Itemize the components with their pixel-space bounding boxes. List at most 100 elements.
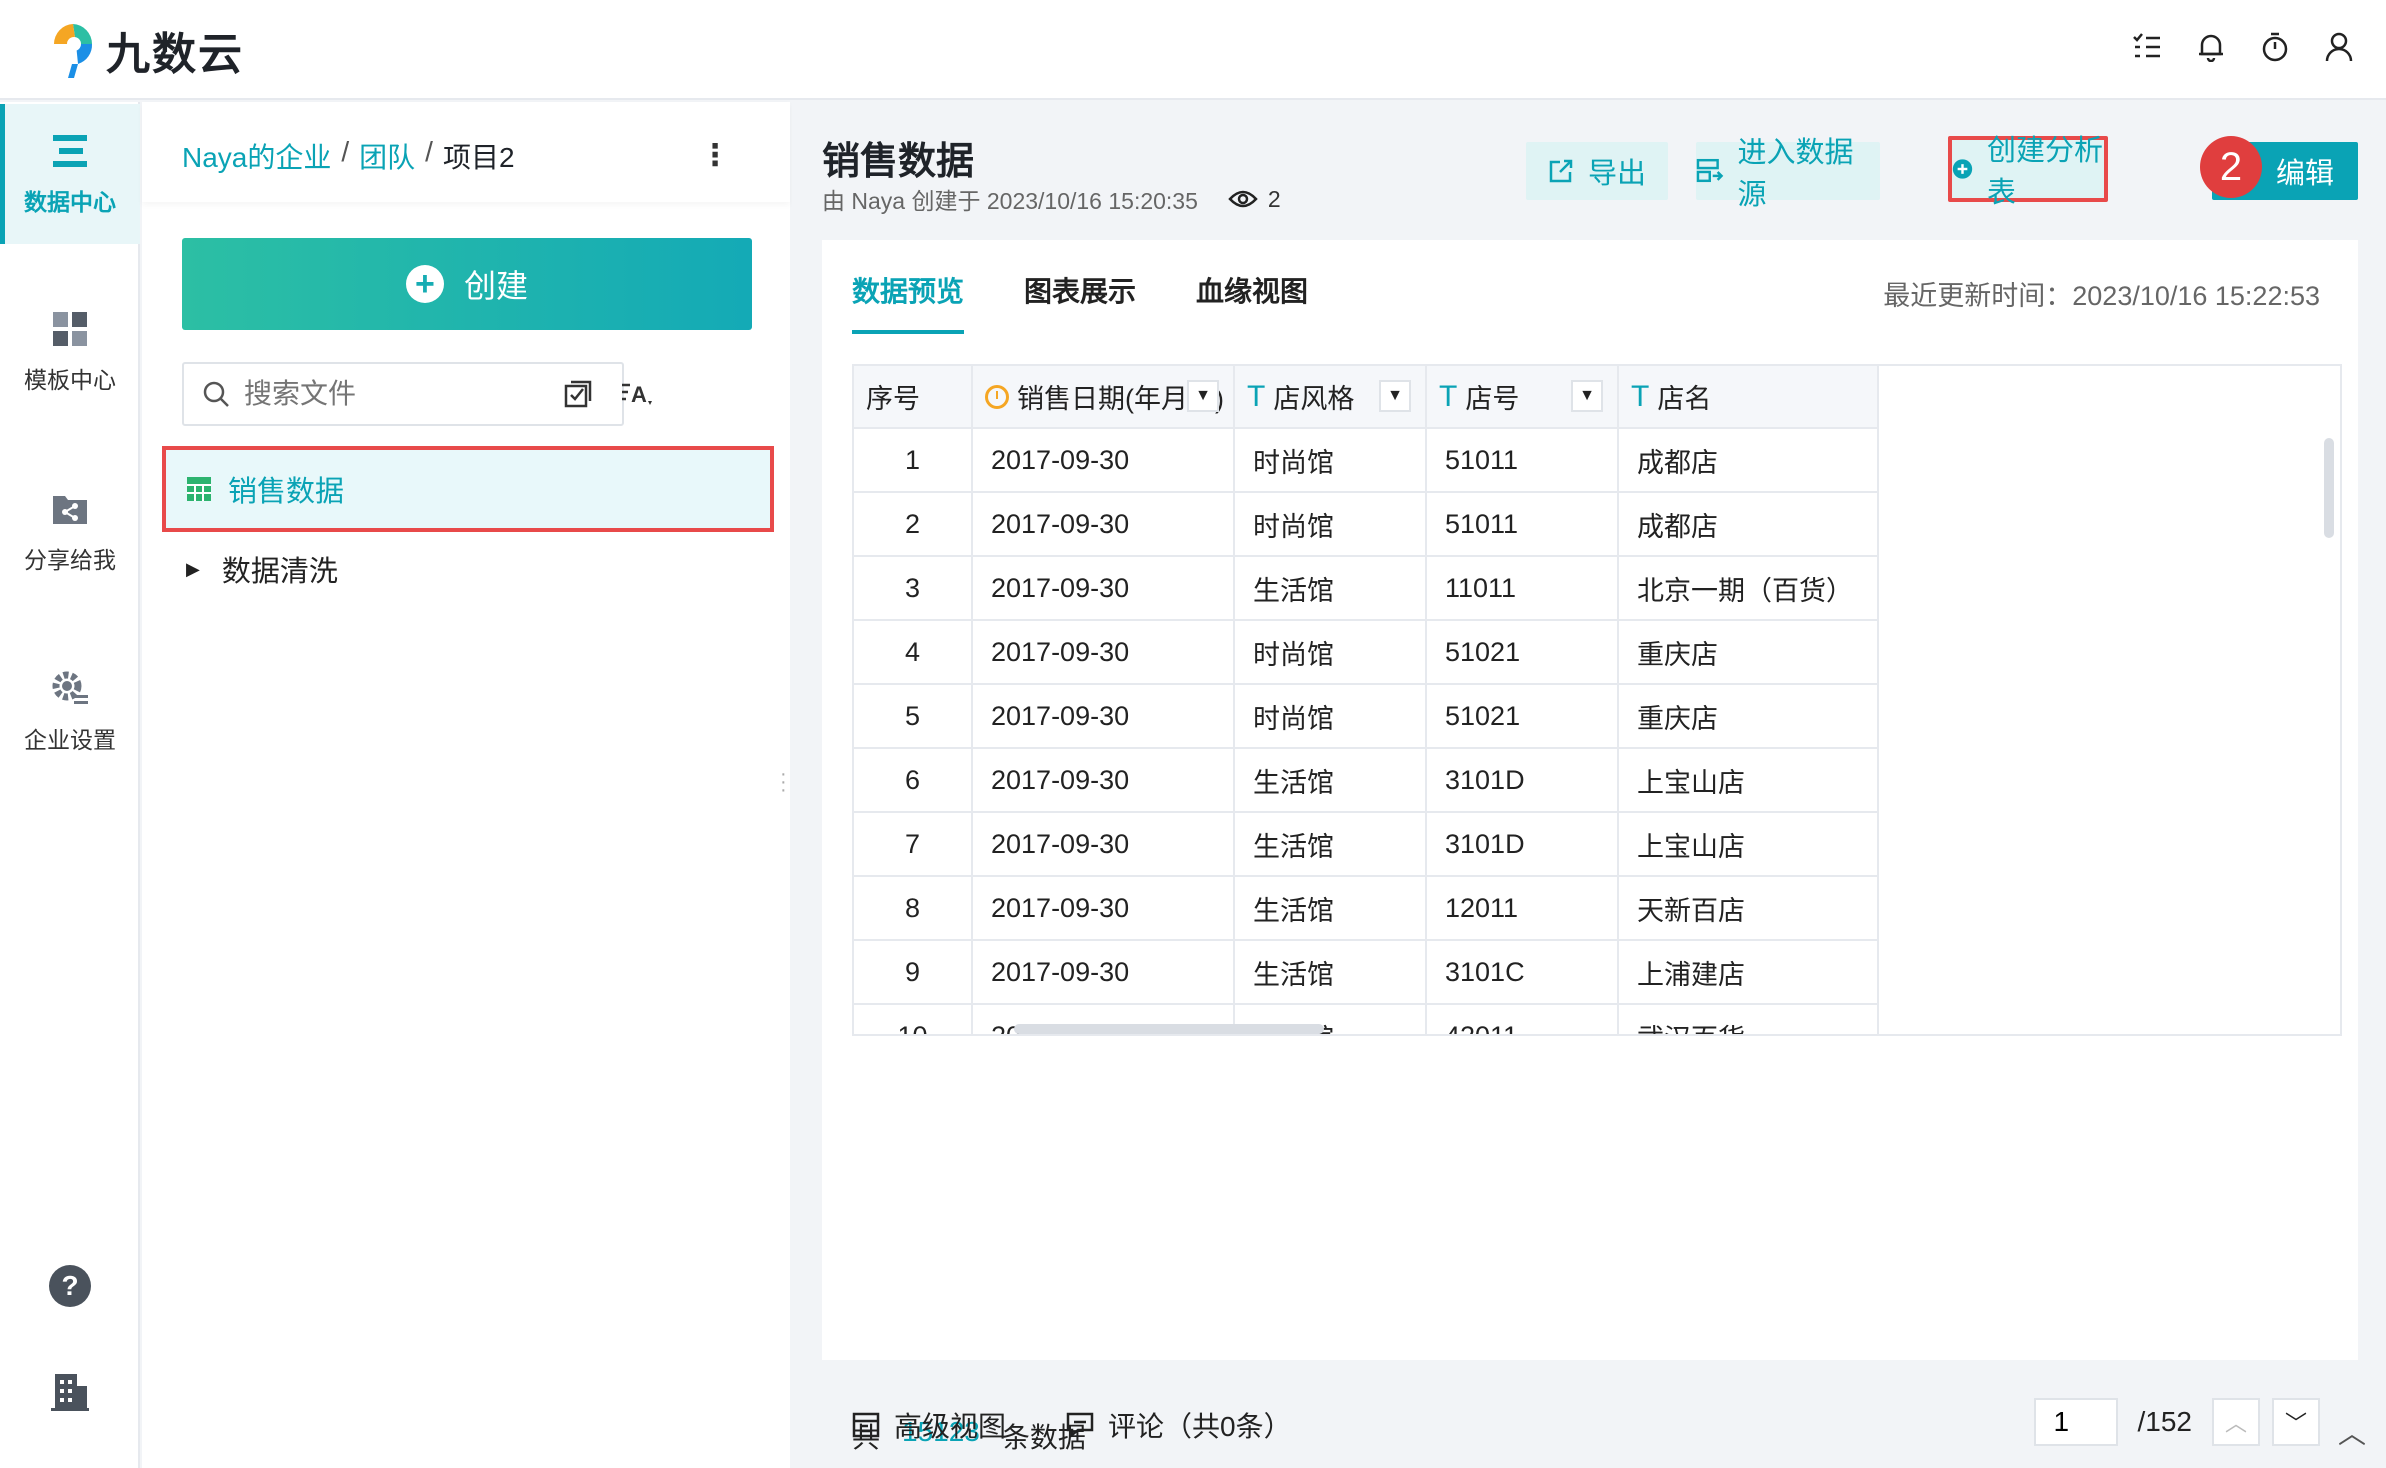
table-row[interactable]: 2 2017-09-30 时尚馆 51011 成都店 xyxy=(854,492,1879,557)
search-box xyxy=(182,362,624,426)
multi-select-icon[interactable] xyxy=(560,376,596,412)
nav-label-shared: 分享给我 xyxy=(24,547,116,573)
building-icon[interactable] xyxy=(46,1368,94,1416)
logo-icon xyxy=(48,20,98,80)
content-card: 数据预览 图表展示 血缘视图 最近更新时间：2023/10/16 15:22:5… xyxy=(822,240,2358,1453)
col-header-store-style[interactable]: T 店风格 ▼ xyxy=(1234,366,1427,429)
table-cell: 5 xyxy=(854,684,973,749)
table-cell: 2017-09-30 xyxy=(972,428,1235,493)
table-cell: 生活馆 xyxy=(1234,748,1427,813)
nav-data-center[interactable]: 数据中心 xyxy=(0,104,140,244)
table-cell: 6 xyxy=(854,748,973,813)
nav-label-settings: 企业设置 xyxy=(24,727,116,753)
table-header-row: 序号 销售日期(年月日) ▼ T 店风格 ▼ T 店号 ▼ T 店名 xyxy=(854,366,1879,429)
create-button-label: 创建 xyxy=(463,268,528,304)
tab-bar: 数据预览 图表展示 血缘视图 xyxy=(852,270,1308,334)
table-cell: 生活馆 xyxy=(1234,812,1427,877)
search-icon xyxy=(203,381,229,407)
collapse-up-icon[interactable]: ︿ xyxy=(2338,1412,2366,1452)
file-item-label: 销售数据 xyxy=(228,476,345,508)
create-analysis-label: 创建分析表 xyxy=(1986,135,2103,209)
table-cell: 3101C xyxy=(1426,940,1619,1005)
comment-icon xyxy=(1066,1412,1094,1438)
table-cell: 2017-09-30 xyxy=(972,748,1235,813)
breadcrumb-enterprise[interactable]: Naya的企业 xyxy=(182,136,331,176)
create-analysis-button[interactable]: 创建分析表 xyxy=(1948,135,2108,209)
col-header-index[interactable]: 序号 xyxy=(854,366,973,429)
bell-icon[interactable] xyxy=(2194,30,2228,64)
table-cell: 2017-09-30 xyxy=(972,684,1235,749)
horizontal-scrollbar[interactable] xyxy=(1014,1024,1324,1034)
export-icon xyxy=(1549,159,1573,183)
table-row[interactable]: 8 2017-09-30 生活馆 12011 天新百店 xyxy=(854,876,1879,941)
search-input[interactable] xyxy=(244,378,604,410)
folder-item-data-cleaning[interactable]: ▶ 数据清洗 xyxy=(186,534,338,604)
nav-enterprise-settings[interactable]: 企业设置 xyxy=(0,642,140,782)
enter-datasource-button[interactable]: 进入数据源 xyxy=(1696,137,1880,211)
table-cell: 3 xyxy=(854,556,973,621)
table-cell: 7 xyxy=(854,812,973,877)
table-row[interactable]: 5 2017-09-30 时尚馆 51021 重庆店 xyxy=(854,684,1879,749)
timer-icon[interactable] xyxy=(2258,30,2292,64)
vertical-scrollbar[interactable] xyxy=(2324,438,2334,538)
table-row[interactable]: 9 2017-09-30 生活馆 3101C 上浦建店 xyxy=(854,940,1879,1005)
step-badge-2: 2 xyxy=(2200,136,2262,198)
table-cell: 武汉百货 xyxy=(1618,1004,1879,1034)
table-cell: 9 xyxy=(854,940,973,1005)
col-header-label: 店号 xyxy=(1465,384,1520,414)
table-row[interactable]: 7 2017-09-30 生活馆 3101D 上宝山店 xyxy=(854,812,1879,877)
dropdown-arrow-icon[interactable]: ▼ xyxy=(1571,380,1603,412)
app-logo[interactable]: 九数云 xyxy=(48,20,244,80)
task-list-icon[interactable] xyxy=(2130,30,2164,64)
table-row[interactable]: 1 2017-09-30 时尚馆 51011 成都店 xyxy=(854,428,1879,493)
table-row[interactable]: 4 2017-09-30 时尚馆 51021 重庆店 xyxy=(854,620,1879,685)
eye-icon xyxy=(1228,190,1258,208)
plus-icon: + xyxy=(405,265,444,303)
nav-template-center[interactable]: 模板中心 xyxy=(0,282,140,422)
file-item-sales-data[interactable]: 销售数据 xyxy=(162,446,774,532)
table-cell: 10 xyxy=(854,1004,973,1034)
comments-button[interactable]: 评论（共0条） xyxy=(1066,1405,1292,1445)
col-header-sale-date[interactable]: 销售日期(年月日) ▼ xyxy=(972,366,1235,429)
tab-lineage-view[interactable]: 血缘视图 xyxy=(1196,270,1308,334)
col-header-store-no[interactable]: T 店号 ▼ xyxy=(1426,366,1619,429)
breadcrumb-team[interactable]: 团队 xyxy=(359,136,415,176)
table-cell: 2017-09-30 xyxy=(972,940,1235,1005)
help-icon[interactable]: ? xyxy=(46,1262,94,1310)
table-cell: 11011 xyxy=(1426,556,1619,621)
breadcrumb-bar: Naya的企业 / 团队 / 项目2 ⋮ xyxy=(142,102,790,202)
dropdown-arrow-icon[interactable]: ▼ xyxy=(1379,380,1411,412)
caret-right-icon[interactable]: ▶ xyxy=(186,559,200,580)
file-panel: Naya的企业 / 团队 / 项目2 ⋮ + 创建 A 销售数据 1 ▶ 数据清… xyxy=(142,102,854,1468)
col-header-label: 店名 xyxy=(1657,384,1712,414)
template-icon xyxy=(50,309,90,349)
table-row[interactable]: 6 2017-09-30 生活馆 3101D 上宝山店 xyxy=(854,748,1879,813)
resize-handle[interactable]: · · · xyxy=(780,764,787,800)
table-row[interactable]: 102017-09-30生活馆42011武汉百货 xyxy=(854,1004,1879,1034)
view-count: 2 xyxy=(1228,186,1281,213)
tab-chart-view[interactable]: 图表展示 xyxy=(1024,270,1136,334)
user-icon[interactable] xyxy=(2322,30,2356,64)
advanced-view-button[interactable]: 高级视图 xyxy=(852,1405,1006,1445)
tab-data-preview[interactable]: 数据预览 xyxy=(852,270,965,334)
view-count-value: 2 xyxy=(1267,185,1281,212)
folder-item-label: 数据清洗 xyxy=(221,556,338,588)
more-menu-icon[interactable]: ⋮ xyxy=(700,138,730,173)
breadcrumb-project: 项目2 xyxy=(442,142,515,173)
table-cell: 重庆店 xyxy=(1618,684,1879,749)
top-bar: 九数云 xyxy=(0,0,2386,100)
table-cell: 3101D xyxy=(1426,812,1619,877)
export-button[interactable]: 导出 xyxy=(1526,142,1668,200)
svg-text:A: A xyxy=(631,382,647,407)
table-row[interactable]: 3 2017-09-30 生活馆 11011 北京一期（百货） xyxy=(854,556,1879,621)
col-header-label: 店风格 xyxy=(1273,384,1355,414)
text-type-icon: T xyxy=(1631,379,1650,413)
nav-shared-with-me[interactable]: 分享给我 xyxy=(0,462,140,602)
plus-circle-icon xyxy=(1952,159,1973,179)
table-cell: 2017-09-30 xyxy=(972,812,1235,877)
create-button[interactable]: + 创建 xyxy=(182,238,752,330)
table-cell: 51021 xyxy=(1426,620,1619,685)
col-header-store-name[interactable]: T 店名 xyxy=(1618,366,1879,429)
dropdown-arrow-icon[interactable]: ▼ xyxy=(1187,380,1219,412)
sort-icon[interactable]: A xyxy=(620,376,656,412)
